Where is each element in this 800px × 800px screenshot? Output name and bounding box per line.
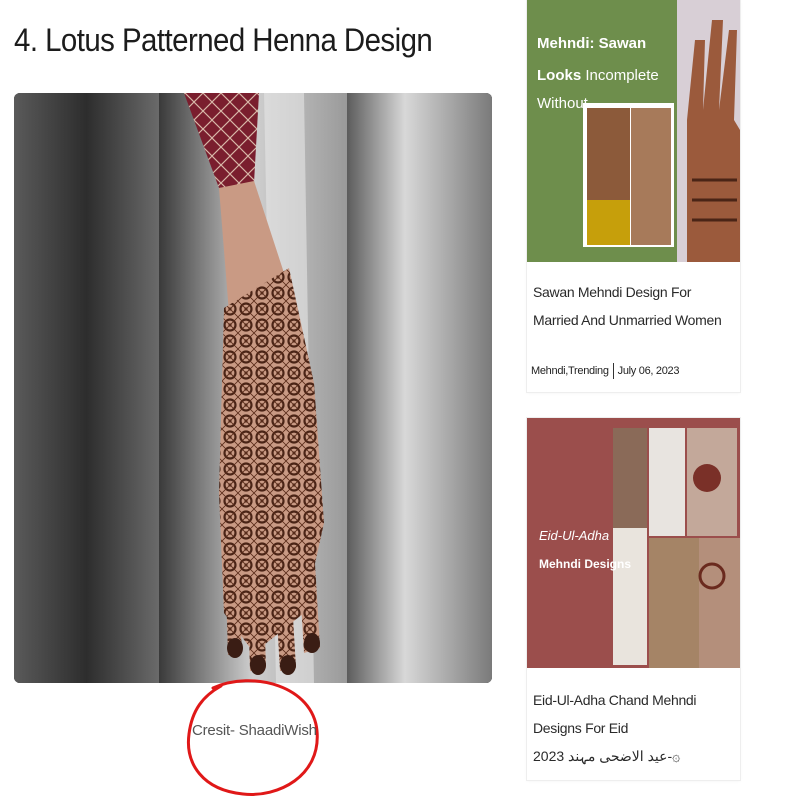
thumb-heading-line2: Looks Incomplete [537,67,659,84]
thumb-heading-line2: Mehndi Designs [539,557,631,571]
thumb-heading-rest: Incomplete [581,67,659,84]
henna-hand-photo [14,93,492,683]
post-thumbnail[interactable]: Eid-Ul-Adha Mehndi Designs [527,418,740,668]
post-title-link[interactable]: Sawan Mehndi Design For Married And Unma… [527,278,740,334]
post-date: July 06, 2023 [617,364,680,377]
post-meta: Mehndi,Trending July 06, 2023 [531,363,679,379]
post-title-link-line2[interactable]: عید الاضحی مہند 2023-۞ [527,742,740,770]
henna-hand-illustration [14,93,492,683]
post-category[interactable]: Mehndi,Trending [531,365,609,377]
post-title-link[interactable]: Eid-Ul-Adha Chand Mehndi Designs For Eid [527,686,740,742]
related-post-card[interactable]: Mehndi: Sawan Looks Incomplete Without S… [527,0,740,392]
thumb-heading-line3: Without [537,95,589,112]
image-credit-caption: Cresit- ShaadiWish [192,722,317,739]
thumb-heading-bold: Looks [537,67,581,84]
thumb-heading-line1: Mehndi: Sawan [537,35,646,52]
article-heading: 4. Lotus Patterned Henna Design [14,22,433,58]
thumb-heading-line1: Eid-Ul-Adha [539,528,609,543]
meta-separator [612,363,614,379]
post-thumbnail[interactable]: Mehndi: Sawan Looks Incomplete Without [527,0,740,262]
related-post-card[interactable]: Eid-Ul-Adha Mehndi Designs Eid-Ul-Adha C… [527,418,740,780]
